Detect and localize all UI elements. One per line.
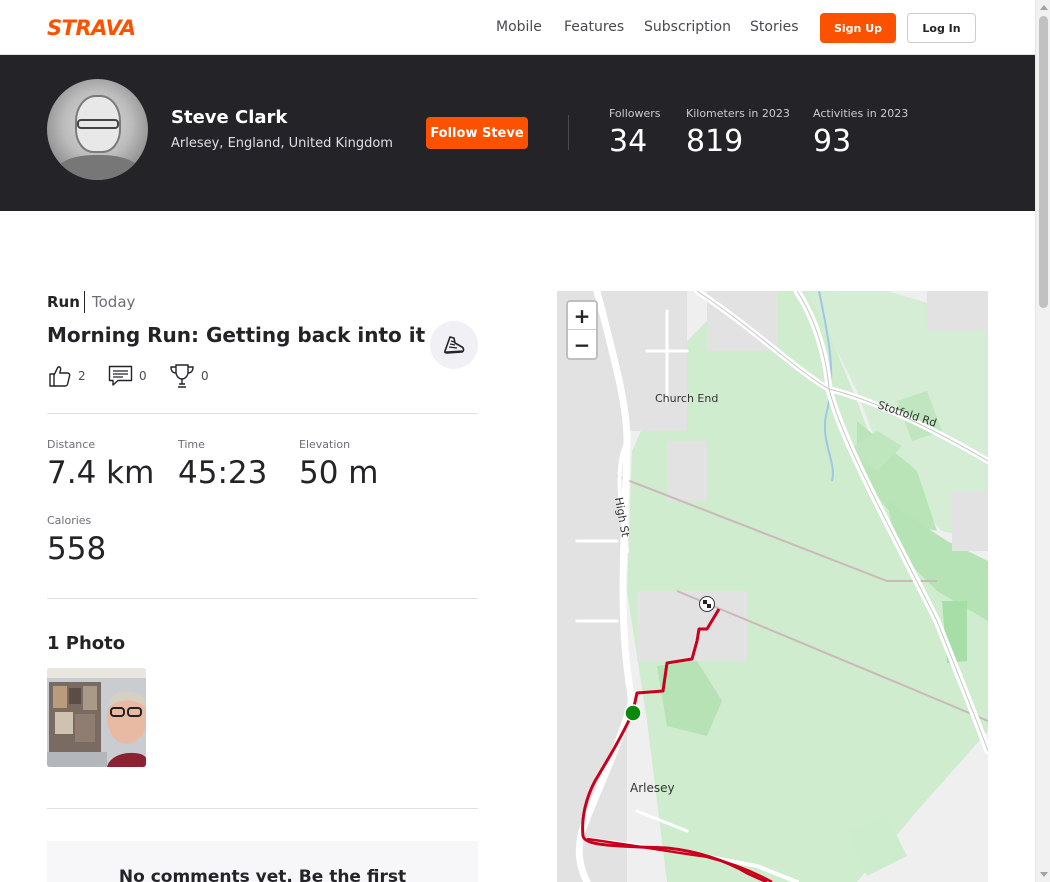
no-comments-text: No comments yet. Be the first xyxy=(118,867,407,882)
metric-elevation: Elevation 50 m xyxy=(299,438,379,491)
avatar-shoulders xyxy=(55,155,141,180)
trophy-icon xyxy=(170,364,194,388)
section-divider xyxy=(47,413,478,414)
stat-followers: Followers 34 xyxy=(609,107,661,159)
top-navbar: STRAVA Mobile Features Subscription Stor… xyxy=(0,0,1035,55)
metric-value: 7.4 km xyxy=(47,455,155,491)
comment-icon xyxy=(108,365,133,386)
metric-value: 50 m xyxy=(299,455,379,491)
athlete-header: Steve Clark Arlesey, England, United Kin… xyxy=(0,55,1035,211)
metric-value: 45:23 xyxy=(178,455,268,491)
page: STRAVA Mobile Features Subscription Stor… xyxy=(0,0,1050,882)
stat-kilometers: Kilometers in 2023 819 xyxy=(686,107,790,159)
comments-count: 0 xyxy=(139,369,147,383)
strava-logo[interactable]: STRAVA xyxy=(47,16,145,38)
page-scrollbar[interactable] xyxy=(1035,0,1050,882)
activity-date: Today xyxy=(92,293,136,311)
avatar-glasses xyxy=(77,119,119,129)
nav-link-mobile[interactable]: Mobile xyxy=(496,19,542,35)
scroll-down-arrow[interactable] xyxy=(1040,872,1048,877)
metric-time: Time 45:23 xyxy=(178,438,267,491)
athlete-name[interactable]: Steve Clark xyxy=(171,107,287,128)
nav-link-stories[interactable]: Stories xyxy=(750,19,799,35)
scroll-thumb[interactable] xyxy=(1039,16,1048,308)
athlete-avatar[interactable] xyxy=(47,79,148,180)
map-label-church-end: Church End xyxy=(655,392,718,405)
activity-map[interactable]: Church End Stotfold Rd High St Arlesey xyxy=(557,291,988,882)
map-label-arlesey: Arlesey xyxy=(630,781,675,795)
section-divider xyxy=(47,598,478,599)
kudos-count: 2 xyxy=(78,369,86,383)
log-in-button[interactable]: Log In xyxy=(907,13,976,43)
comments-button[interactable]: 0 xyxy=(108,363,147,389)
comments-panel: No comments yet. Be the first xyxy=(47,841,478,882)
nav-link-subscription[interactable]: Subscription xyxy=(644,19,731,35)
svg-text:STRAVA: STRAVA xyxy=(47,16,136,38)
achievements-button[interactable]: 0 xyxy=(169,363,209,389)
map-zoom-control: + − xyxy=(566,300,598,360)
athlete-location: Arlesey, England, United Kingdom xyxy=(171,136,393,151)
activity-photo[interactable] xyxy=(47,668,146,767)
activity-type: Run xyxy=(47,293,80,311)
photo-thumbnail-image xyxy=(47,668,146,767)
metric-label: Time xyxy=(178,438,205,451)
metric-label: Distance xyxy=(47,438,96,451)
stat-label: Followers xyxy=(609,107,661,120)
header-divider xyxy=(568,115,569,150)
route-start-marker xyxy=(624,704,642,722)
run-shoe-badge xyxy=(430,321,478,369)
zoom-out-button[interactable]: − xyxy=(568,331,596,359)
kudos-button[interactable]: 2 xyxy=(48,363,86,389)
metric-label: Calories xyxy=(47,514,92,527)
metric-label: Elevation xyxy=(299,438,351,451)
scroll-up-arrow[interactable] xyxy=(1040,5,1048,10)
stat-value: 34 xyxy=(609,124,648,159)
running-shoe-icon xyxy=(444,336,465,354)
stat-activities: Activities in 2023 93 xyxy=(813,107,908,159)
stat-value: 93 xyxy=(813,124,852,159)
photos-heading: 1 Photo xyxy=(47,633,126,654)
metric-calories: Calories 558 xyxy=(47,514,106,567)
activity-title: Morning Run: Getting back into it xyxy=(47,323,426,347)
follow-button[interactable]: Follow Steve xyxy=(426,117,528,149)
section-divider xyxy=(47,808,478,809)
route-finish-marker xyxy=(699,596,715,612)
achievements-count: 0 xyxy=(201,369,209,383)
map-canvas[interactable]: Church End Stotfold Rd High St Arlesey xyxy=(557,291,988,882)
stat-label: Kilometers in 2023 xyxy=(686,107,790,120)
thumbs-up-icon xyxy=(49,366,71,387)
zoom-in-button[interactable]: + xyxy=(568,302,596,330)
stat-label: Activities in 2023 xyxy=(813,107,909,120)
nav-link-features[interactable]: Features xyxy=(564,19,624,35)
metric-value: 558 xyxy=(47,531,107,567)
metric-distance: Distance 7.4 km xyxy=(47,438,154,491)
type-divider xyxy=(84,291,85,313)
sign-up-button[interactable]: Sign Up xyxy=(820,13,896,43)
stat-value: 819 xyxy=(686,124,744,159)
